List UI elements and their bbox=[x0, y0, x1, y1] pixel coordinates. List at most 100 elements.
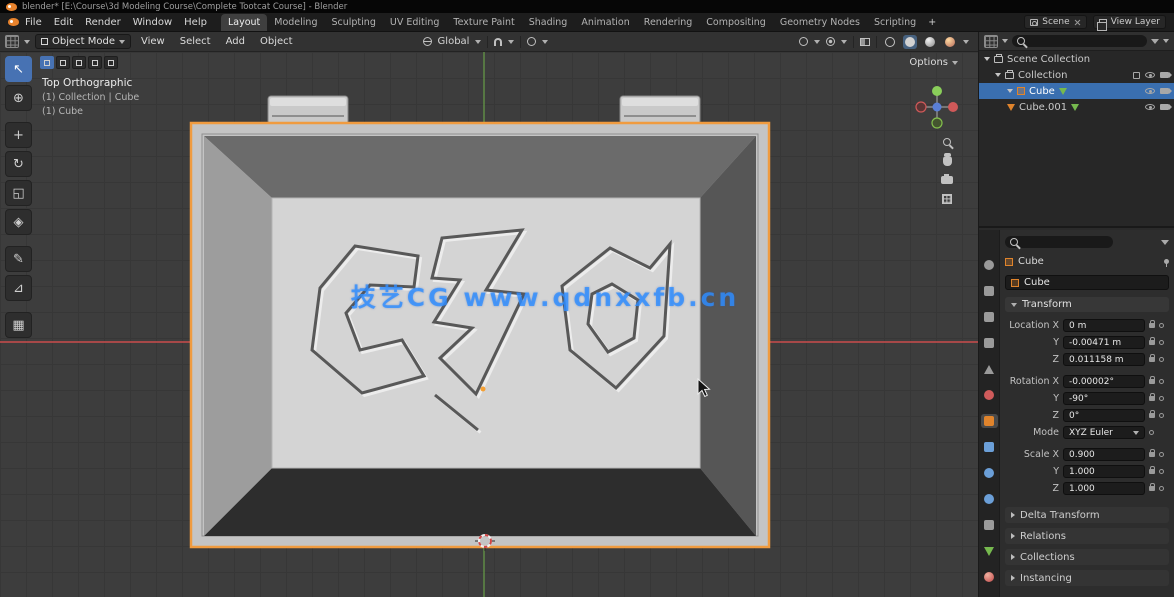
scale-y-field[interactable]: 1.000 bbox=[1063, 465, 1145, 478]
pan-hand-icon[interactable] bbox=[943, 156, 952, 166]
tab-output[interactable] bbox=[981, 310, 998, 324]
measure-tool[interactable]: ⊿ bbox=[5, 275, 32, 301]
move-tool[interactable]: + bbox=[5, 122, 32, 148]
tab-render[interactable] bbox=[981, 284, 998, 298]
menu-render[interactable]: Render bbox=[79, 17, 127, 28]
cursor-3d-tool[interactable]: ⊕ bbox=[5, 85, 32, 111]
scale-tool[interactable]: ◱ bbox=[5, 180, 32, 206]
shading-rendered-button[interactable] bbox=[943, 35, 957, 49]
select-mode-extend[interactable] bbox=[56, 56, 70, 69]
proportional-editing-icon[interactable] bbox=[527, 37, 536, 46]
menu-file[interactable]: File bbox=[19, 17, 48, 28]
tab-view-layer[interactable] bbox=[981, 336, 998, 350]
rotation-x-field[interactable]: -0.00002° bbox=[1063, 375, 1145, 388]
tab-constraints[interactable] bbox=[981, 518, 998, 532]
animate-dot-icon[interactable] bbox=[1159, 469, 1164, 474]
workspace-tab-layout[interactable]: Layout bbox=[221, 14, 267, 31]
snap-caret-icon[interactable] bbox=[508, 40, 514, 44]
render-visibility-icon[interactable] bbox=[1160, 88, 1169, 94]
viewport-menu-view[interactable]: View bbox=[136, 36, 170, 47]
object-name-field[interactable]: Cube bbox=[1005, 275, 1169, 290]
pin-icon[interactable] bbox=[1164, 259, 1169, 264]
add-cube-tool[interactable]: ▦ bbox=[5, 312, 32, 338]
select-mode-intersect[interactable] bbox=[104, 56, 118, 69]
breadcrumb-label[interactable]: Cube bbox=[1018, 256, 1044, 267]
tab-modifiers[interactable] bbox=[981, 440, 998, 454]
location-z-field[interactable]: 0.011158 m bbox=[1063, 353, 1145, 366]
rotate-tool[interactable]: ↻ bbox=[5, 151, 32, 177]
transform-tool[interactable]: ◈ bbox=[5, 209, 32, 235]
animate-dot-icon[interactable] bbox=[1149, 430, 1154, 435]
zoom-icon[interactable] bbox=[943, 138, 951, 146]
lock-icon[interactable] bbox=[1149, 323, 1155, 328]
animate-dot-icon[interactable] bbox=[1159, 357, 1164, 362]
lock-icon[interactable] bbox=[1149, 452, 1155, 457]
exclude-checkbox-icon[interactable] bbox=[1133, 72, 1140, 79]
lock-icon[interactable] bbox=[1149, 486, 1155, 491]
proportional-caret-icon[interactable] bbox=[542, 40, 548, 44]
show-overlays-icon[interactable] bbox=[826, 37, 835, 46]
menu-window[interactable]: Window bbox=[127, 17, 178, 28]
viewport-menu-add[interactable]: Add bbox=[221, 36, 250, 47]
hide-eye-icon[interactable] bbox=[1145, 88, 1155, 94]
workspace-tab-geometry-nodes[interactable]: Geometry Nodes bbox=[773, 14, 867, 31]
rotation-y-field[interactable]: -90° bbox=[1063, 392, 1145, 405]
expand-icon[interactable] bbox=[995, 73, 1001, 77]
workspace-tab-texture-paint[interactable]: Texture Paint bbox=[446, 14, 521, 31]
location-x-field[interactable]: 0 m bbox=[1063, 319, 1145, 332]
viewport-3d[interactable]: Top Orthographic (1) Collection | Cube (… bbox=[0, 52, 978, 597]
shading-solid-button[interactable] bbox=[903, 35, 917, 49]
overlays-caret-icon[interactable] bbox=[841, 40, 847, 44]
animate-dot-icon[interactable] bbox=[1159, 340, 1164, 345]
select-mode-subtract[interactable] bbox=[72, 56, 86, 69]
blender-menu-icon[interactable] bbox=[8, 18, 19, 26]
object-mode-dropdown[interactable]: Object Mode bbox=[35, 34, 131, 49]
select-mode-invert[interactable] bbox=[88, 56, 102, 69]
rotation-z-field[interactable]: 0° bbox=[1063, 409, 1145, 422]
viewport-menu-select[interactable]: Select bbox=[175, 36, 216, 47]
outliner-row-collection[interactable]: Collection bbox=[979, 67, 1174, 83]
animate-dot-icon[interactable] bbox=[1159, 452, 1164, 457]
animate-dot-icon[interactable] bbox=[1159, 413, 1164, 418]
outliner-row-scene-collection[interactable]: Scene Collection bbox=[979, 51, 1174, 67]
workspace-tab-scripting[interactable]: Scripting bbox=[867, 14, 923, 31]
lock-icon[interactable] bbox=[1149, 357, 1155, 362]
select-mode-set[interactable] bbox=[40, 56, 54, 69]
options-button[interactable]: Options bbox=[909, 57, 958, 68]
tab-object-data[interactable] bbox=[981, 544, 998, 558]
unlink-scene-icon[interactable] bbox=[1074, 19, 1081, 26]
snap-magnet-icon[interactable] bbox=[494, 38, 502, 46]
outliner-filter-caret-icon[interactable] bbox=[1163, 39, 1169, 43]
shading-wireframe-button[interactable] bbox=[883, 35, 897, 49]
render-visibility-icon[interactable] bbox=[1160, 72, 1169, 78]
navigation-gizmo[interactable] bbox=[912, 82, 962, 132]
properties-search-input[interactable] bbox=[1005, 236, 1113, 248]
select-box-tool[interactable]: ↖ bbox=[5, 56, 32, 82]
add-workspace-button[interactable]: + bbox=[923, 14, 941, 31]
tab-object[interactable] bbox=[981, 414, 998, 428]
workspace-tab-sculpting[interactable]: Sculpting bbox=[324, 14, 382, 31]
editor-type-viewport-icon[interactable] bbox=[5, 35, 19, 48]
animate-dot-icon[interactable] bbox=[1159, 379, 1164, 384]
outliner-row-cube-001[interactable]: Cube.001 bbox=[979, 99, 1174, 115]
properties-filter-icon[interactable] bbox=[1161, 240, 1169, 245]
workspace-tab-modeling[interactable]: Modeling bbox=[267, 14, 324, 31]
lock-icon[interactable] bbox=[1149, 396, 1155, 401]
outliner-search-input[interactable] bbox=[1012, 35, 1147, 47]
toggle-xray-icon[interactable] bbox=[860, 38, 870, 46]
render-visibility-icon[interactable] bbox=[1160, 104, 1169, 110]
expand-icon[interactable] bbox=[1007, 89, 1013, 93]
lock-icon[interactable] bbox=[1149, 413, 1155, 418]
scale-x-field[interactable]: 0.900 bbox=[1063, 448, 1145, 461]
shading-material-button[interactable] bbox=[923, 35, 937, 49]
tab-particles[interactable] bbox=[981, 466, 998, 480]
viewport-menu-object[interactable]: Object bbox=[255, 36, 298, 47]
filter-icon[interactable] bbox=[1151, 39, 1159, 44]
orientation-caret-icon[interactable] bbox=[475, 40, 481, 44]
panel-delta-transform[interactable]: Delta Transform bbox=[1005, 507, 1169, 523]
show-gizmo-icon[interactable] bbox=[799, 37, 808, 46]
tab-scene[interactable] bbox=[981, 362, 998, 376]
rotation-mode-dropdown[interactable]: XYZ Euler bbox=[1063, 426, 1145, 439]
panel-collections[interactable]: Collections bbox=[1005, 549, 1169, 565]
model-cube-object[interactable] bbox=[180, 88, 784, 564]
